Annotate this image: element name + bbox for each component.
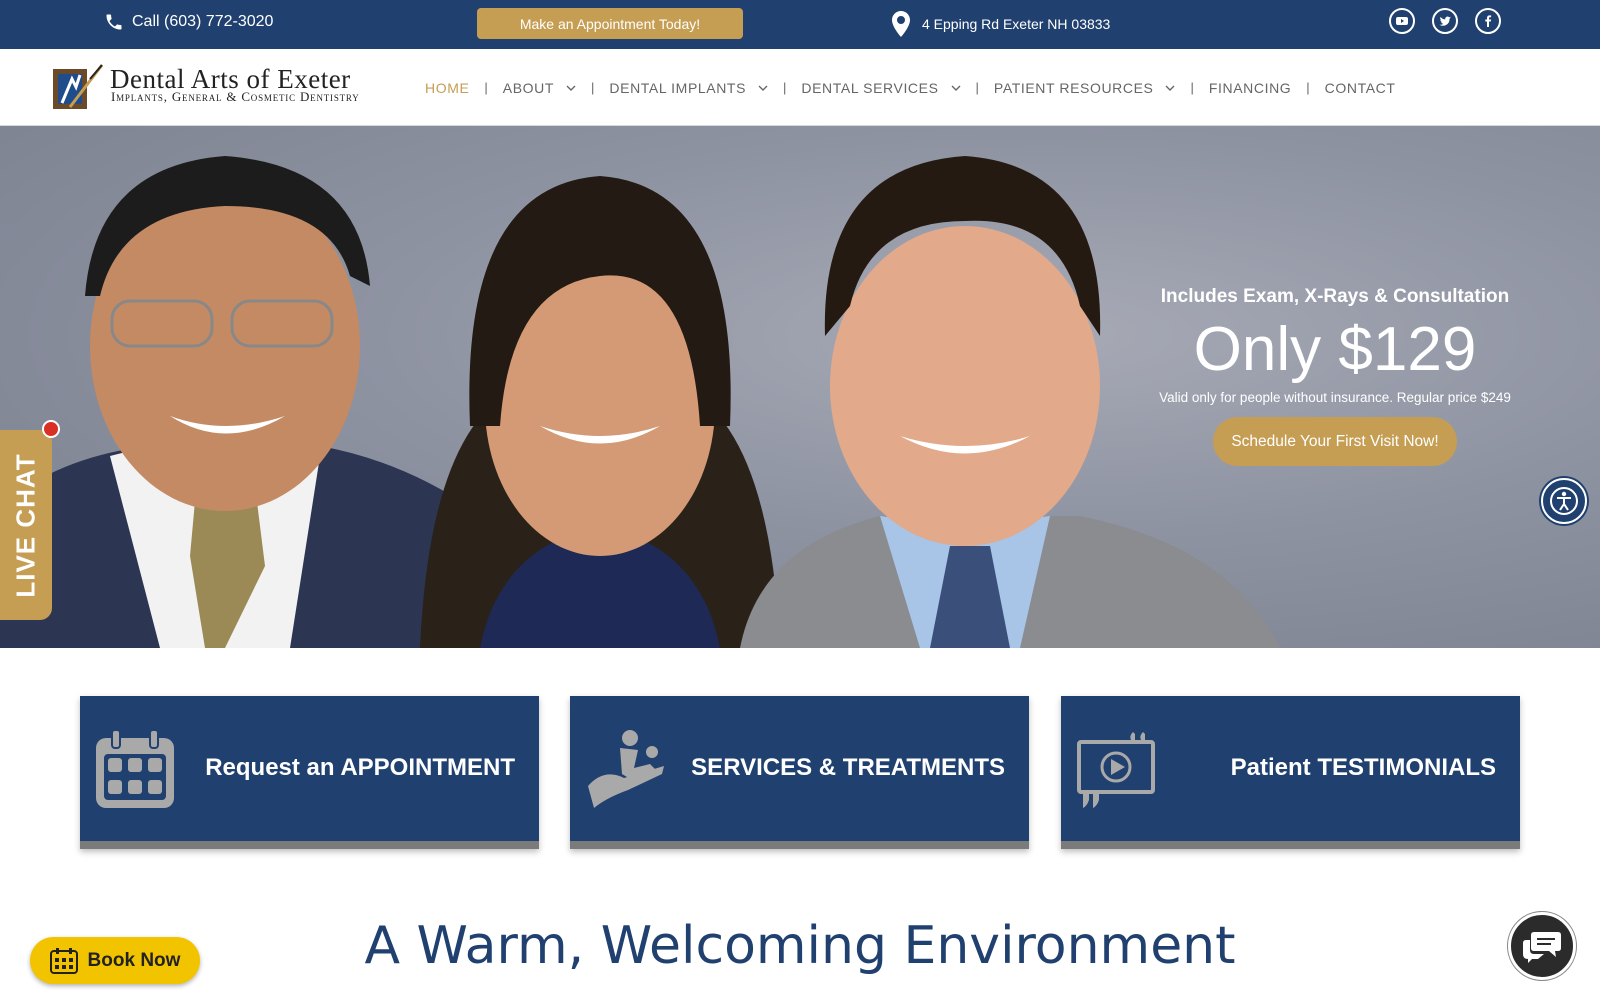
nav-patient-resources-label: PATIENT RESOURCES	[993, 79, 1154, 96]
nav-separator: |	[1306, 80, 1310, 95]
accessibility-icon	[1550, 487, 1578, 515]
accessibility-button[interactable]	[1541, 478, 1587, 524]
nav-financing-label: FINANCING	[1208, 79, 1292, 96]
nav-separator: |	[1190, 80, 1194, 95]
calendar-icon	[49, 947, 78, 974]
live-chat-badge-icon	[42, 420, 60, 438]
map-pin-icon	[892, 11, 910, 37]
request-appointment-box[interactable]: Request an APPOINTMENT	[80, 696, 539, 849]
book-now-label: Book Now	[87, 949, 181, 971]
top-bar: Call (603) 772-3020 Make an Appointment …	[0, 0, 1600, 49]
schedule-visit-button[interactable]: Schedule Your First Visit Now!	[1213, 417, 1457, 467]
youtube-icon[interactable]	[1389, 8, 1415, 34]
chevron-down-icon	[566, 85, 576, 91]
chevron-down-icon	[1165, 85, 1175, 91]
nav-separator: |	[783, 80, 787, 95]
logo-subtitle: Implants, General & Cosmetic Dentistry	[111, 89, 360, 104]
live-chat-label: LIVE CHAT	[10, 452, 41, 598]
dental-chair-icon	[588, 730, 664, 808]
nav-dental-services-label: DENTAL SERVICES	[801, 79, 939, 96]
logo-mark-icon[interactable]	[50, 61, 104, 115]
nav-about[interactable]: ABOUT	[503, 80, 576, 96]
patient-testimonials-label: Patient TESTIMONIALS	[1230, 754, 1496, 781]
phone-text: Call (603) 772-3020	[132, 13, 274, 30]
chat-icon	[1523, 932, 1561, 963]
offer-note: Valid only for people without insurance.…	[1159, 390, 1511, 406]
video-testimonial-icon	[1077, 732, 1155, 808]
patient-testimonials-box[interactable]: Patient TESTIMONIALS	[1061, 696, 1520, 849]
welcome-heading: A Warm, Welcoming Environment	[364, 916, 1236, 976]
phone-link[interactable]: Call (603) 772-3020	[104, 12, 273, 32]
facebook-icon[interactable]	[1475, 8, 1501, 34]
nav-dental-services[interactable]: DENTAL SERVICES	[801, 79, 961, 96]
live-chat-tab[interactable]: LIVE CHAT	[0, 430, 52, 620]
address-link[interactable]: 4 Epping Rd Exeter NH 03833	[892, 11, 1110, 37]
nav-home[interactable]: HOME	[425, 80, 469, 96]
nav-contact-label: CONTACT	[1324, 79, 1396, 96]
nav-separator: |	[591, 80, 595, 95]
hero-banner: Includes Exam, X-Rays & Consultation Onl…	[0, 126, 1600, 648]
nav-home-label: HOME	[425, 79, 470, 96]
nav-dental-implants-label: DENTAL IMPLANTS	[609, 79, 747, 96]
phone-icon	[106, 14, 122, 30]
nav-about-label: ABOUT	[502, 79, 555, 96]
nav-contact[interactable]: CONTACT	[1325, 80, 1396, 96]
chevron-down-icon	[951, 85, 961, 91]
calendar-icon	[96, 729, 174, 808]
book-now-button[interactable]: Book Now	[30, 937, 200, 984]
hero-offer: Includes Exam, X-Rays & Consultation Onl…	[1120, 286, 1550, 467]
chevron-down-icon	[758, 85, 768, 91]
main-nav: HOME | ABOUT | DENTAL IMPLANTS | DENTAL …	[425, 49, 1396, 126]
appointment-top-button[interactable]: Make an Appointment Today!	[477, 8, 743, 39]
nav-financing[interactable]: FINANCING	[1209, 80, 1291, 96]
site-header: Dental Arts of Exeter Implants, General …	[0, 49, 1600, 126]
services-treatments-label: SERVICES & TREATMENTS	[691, 754, 1005, 781]
services-treatments-box[interactable]: SERVICES & TREATMENTS	[570, 696, 1029, 849]
offer-includes: Includes Exam, X-Rays & Consultation	[1160, 286, 1510, 307]
offer-price: Only $129	[1193, 315, 1477, 384]
chat-widget-button[interactable]	[1508, 912, 1576, 980]
twitter-icon[interactable]	[1432, 8, 1458, 34]
nav-separator: |	[484, 80, 488, 95]
nav-dental-implants[interactable]: DENTAL IMPLANTS	[609, 80, 768, 96]
address-text: 4 Epping Rd Exeter NH 03833	[922, 16, 1111, 32]
nav-separator: |	[975, 80, 979, 95]
nav-patient-resources[interactable]: PATIENT RESOURCES	[994, 80, 1176, 96]
request-appointment-label: Request an APPOINTMENT	[205, 754, 515, 781]
